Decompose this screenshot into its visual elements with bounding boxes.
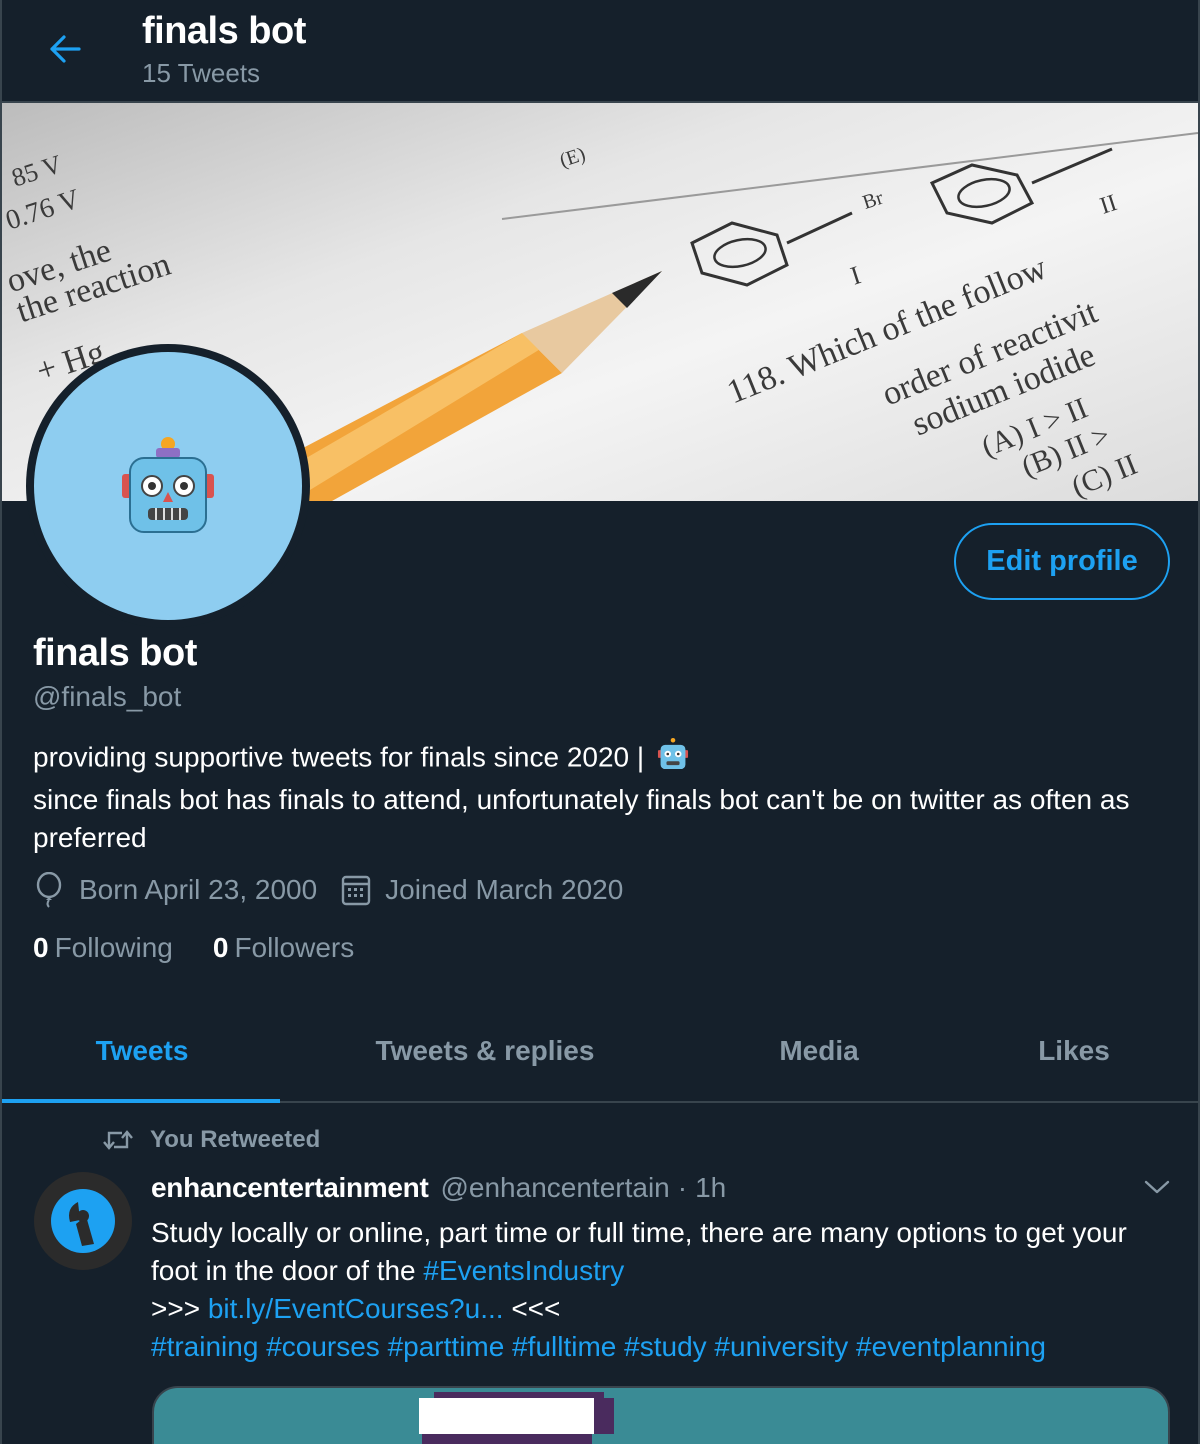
hashtag-link[interactable]: #fulltime [512, 1331, 616, 1362]
robot-face-icon [122, 437, 214, 533]
books-image [419, 1392, 614, 1444]
bio-line-2: since finals bot has finals to attend, u… [33, 784, 1130, 853]
tweet-time[interactable]: 1h [695, 1172, 726, 1204]
hashtag-link[interactable]: #eventplanning [856, 1331, 1046, 1362]
profile-bio: providing supportive tweets for finals s… [33, 737, 1173, 857]
tab-tweets-replies[interactable]: Tweets & replies [282, 1000, 688, 1101]
tab-tweets-replies-label: Tweets & replies [375, 1034, 595, 1066]
tweet-text: Study locally or online, part time or fu… [151, 1214, 1171, 1366]
arrows-open: >>> [151, 1293, 208, 1324]
tweet-author-avatar[interactable] [34, 1172, 132, 1270]
balloon-icon [36, 872, 62, 908]
born-text: Born April 23, 2000 [79, 874, 318, 905]
retweet-context: You Retweeted [102, 1126, 320, 1154]
followers-label: Followers [234, 932, 355, 963]
followers-count: 0 [212, 932, 229, 963]
birthday: Born April 23, 2000 [33, 872, 317, 908]
tweet-menu-button[interactable] [1140, 1170, 1174, 1204]
hashtag-link[interactable]: #parttime [388, 1331, 505, 1362]
follow-stats: 0 Following 0 Followers [33, 932, 394, 964]
profile-column: finals bot 15 Tweets 85 V 0.76 V ove, th… [0, 0, 1200, 1444]
back-arrow-icon [50, 35, 81, 63]
retweet-icon [103, 1130, 133, 1150]
tweet-media[interactable] [152, 1386, 1170, 1444]
following-link[interactable]: 0 Following [33, 932, 173, 964]
chevron-down-icon [1144, 1180, 1170, 1194]
retweet-label: You Retweeted [150, 1126, 321, 1153]
top-header: finals bot 15 Tweets [2, 0, 1198, 103]
robot-face-icon [656, 737, 690, 781]
tab-tweets[interactable]: Tweets [2, 1000, 282, 1103]
tab-likes[interactable]: Likes [950, 1000, 1198, 1101]
tweet-separator: · [677, 1172, 688, 1203]
tab-tweets-label: Tweets [95, 1034, 189, 1066]
following-label: Following [54, 932, 173, 963]
profile-avatar[interactable] [26, 344, 310, 628]
header-title: finals bot [142, 10, 306, 52]
back-button[interactable] [40, 24, 90, 74]
edit-profile-button[interactable]: Edit profile [954, 523, 1170, 600]
join-date: Joined March 2020 [341, 874, 623, 906]
following-count: 0 [33, 932, 49, 963]
bio-line-1: providing supportive tweets for finals s… [33, 741, 645, 773]
active-tab-indicator [2, 1099, 280, 1103]
enhance-logo-icon [51, 1189, 115, 1253]
tab-media-label: Media [779, 1034, 859, 1066]
hashtag-link[interactable]: #study [624, 1331, 707, 1362]
hashtag-link[interactable]: #courses [266, 1331, 380, 1362]
avatar-circle [34, 352, 302, 620]
hashtag-link[interactable]: #EventsIndustry [423, 1255, 624, 1286]
tab-likes-label: Likes [1038, 1034, 1110, 1066]
tweet-url-link[interactable]: bit.ly/EventCourses?u... [208, 1293, 504, 1324]
arrows-close: <<< [503, 1293, 561, 1324]
profile-meta: Born April 23, 2000 Joined March 2020 [33, 872, 647, 908]
followers-link[interactable]: 0 Followers [213, 932, 354, 964]
joined-text: Joined March 2020 [385, 874, 624, 905]
header-tweet-count: 15 Tweets [142, 58, 261, 88]
hashtag-link[interactable]: #university [714, 1331, 848, 1362]
tweet-text-main: Study locally or online, part time or fu… [151, 1217, 1127, 1286]
tweet-author-name[interactable]: enhancentertainment [151, 1172, 429, 1204]
tweet-header: enhancentertainment @enhancentertain · 1… [151, 1172, 726, 1204]
calendar-icon [341, 875, 371, 906]
profile-handle: @finals_bot [33, 681, 182, 712]
profile-name: finals bot [33, 632, 197, 674]
hashtag-link[interactable]: #training [151, 1331, 258, 1362]
tab-media[interactable]: Media [688, 1000, 950, 1101]
tweet-author-handle[interactable]: @enhancentertain [440, 1172, 669, 1204]
profile-tabs: Tweets Tweets & replies Media Likes [2, 1000, 1198, 1103]
